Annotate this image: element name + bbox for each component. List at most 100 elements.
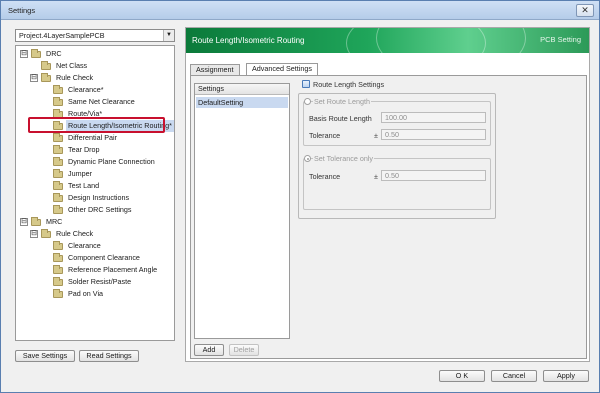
tree-item-label: Test Land	[68, 181, 100, 190]
folder-icon	[41, 229, 51, 238]
close-button[interactable]: ✕	[576, 4, 594, 17]
tree-item-label: Pad on Via	[68, 289, 104, 298]
tree-item-label: Same Net Clearance	[68, 97, 135, 106]
set-tolerance-only-radio[interactable]	[304, 155, 311, 162]
add-button[interactable]: Add	[194, 344, 224, 356]
folder-icon	[41, 73, 51, 82]
route-length-settings-label: Route Length Settings	[313, 80, 385, 89]
save-settings-button[interactable]: Save Settings	[15, 350, 75, 362]
tree-item[interactable]: ⊟ MRC	[16, 216, 174, 228]
tolerance-label: Tolerance	[309, 131, 341, 140]
tree-item-label: Solder Resist/Paste	[68, 277, 132, 286]
tab-assignment[interactable]: Assignment	[190, 64, 240, 75]
window-title: Settings	[8, 6, 36, 15]
settings-list: Settings DefaultSetting	[194, 83, 290, 339]
ok-button[interactable]: O K	[439, 370, 485, 382]
list-item[interactable]: DefaultSetting	[196, 97, 288, 108]
read-settings-button[interactable]: Read Settings	[79, 350, 139, 362]
set-route-length-label: Set Route Length	[313, 97, 371, 106]
tree-item[interactable]: Jumper	[16, 168, 174, 180]
folder-icon	[53, 97, 63, 106]
basis-route-length-field[interactable]: 100.00	[381, 112, 486, 123]
tree-item-label: Dynamic Plane Connection	[68, 157, 155, 166]
title-bar: Settings ✕	[1, 1, 599, 20]
set-route-length-radio[interactable]	[304, 98, 311, 105]
folder-icon	[53, 157, 63, 166]
tree-item[interactable]: Solder Resist/Paste	[16, 276, 174, 288]
folder-icon	[53, 265, 63, 274]
plus-minus-symbol: ±	[374, 131, 378, 140]
tree-item-label: Net Class	[56, 61, 88, 70]
banner-product: PCB Setting	[540, 35, 581, 44]
set-tolerance-only-label: Set Tolerance only	[313, 154, 375, 163]
settings-window: Settings ✕ Project.4LayerSamplePCB ▼ ⊟ DR…	[0, 0, 600, 393]
tree-item[interactable]: Net Class	[16, 60, 174, 72]
project-dropdown[interactable]: Project.4LayerSamplePCB ▼	[15, 29, 175, 42]
tree-item[interactable]: Clearance*	[16, 84, 174, 96]
delete-button[interactable]: Delete	[229, 344, 259, 356]
folder-icon	[53, 289, 63, 298]
tree-item[interactable]: Tear Drop	[16, 144, 174, 156]
folder-icon	[53, 277, 63, 286]
tree-item-label: Design Instructions	[68, 193, 130, 202]
basis-route-length-label: Basis Route Length	[309, 114, 372, 123]
tab-advanced-settings[interactable]: Advanced Settings	[246, 63, 318, 75]
tree-item[interactable]: ⊟ DRC	[16, 48, 174, 60]
tree-item[interactable]: ⊟ Rule Check	[16, 228, 174, 240]
cancel-button[interactable]: Cancel	[491, 370, 537, 382]
settings-tree: ⊟ DRC Net Class ⊟ Rule Check Clearance* Same N…	[15, 45, 175, 341]
tolerance-only-label: Tolerance	[309, 172, 341, 181]
tree-item-label: Differential Pair	[68, 133, 118, 142]
folder-icon	[31, 49, 41, 58]
tree-item[interactable]: Reference Placement Angle	[16, 264, 174, 276]
tree-item-label: Clearance	[68, 241, 101, 250]
folder-icon	[53, 193, 63, 202]
settings-panel: Route Length/Isometric Routing PCB Setti…	[185, 27, 590, 362]
tree-item[interactable]: Pad on Via	[16, 288, 174, 300]
plus-minus-symbol: ±	[374, 172, 378, 181]
tolerance-only-field[interactable]: 0.50	[381, 170, 486, 181]
collapse-icon[interactable]: ⊟	[20, 218, 28, 226]
tree-item[interactable]: Component Clearance	[16, 252, 174, 264]
banner-decoration	[376, 28, 526, 53]
folder-icon	[53, 205, 63, 214]
tolerance-field[interactable]: 0.50	[381, 129, 486, 140]
folder-icon	[53, 85, 63, 94]
tree-item[interactable]: Dynamic Plane Connection	[16, 156, 174, 168]
collapse-icon[interactable]: ⊟	[30, 230, 38, 238]
route-length-settings-checkbox[interactable]	[302, 80, 310, 88]
folder-icon	[53, 133, 63, 142]
banner-title: Route Length/Isometric Routing	[192, 36, 305, 45]
tree-item[interactable]: Test Land	[16, 180, 174, 192]
tree-item[interactable]: Design Instructions	[16, 192, 174, 204]
tree-item[interactable]: Other DRC Settings	[16, 204, 174, 216]
folder-icon	[41, 61, 51, 70]
tree-item-label: Tear Drop	[68, 145, 100, 154]
folder-icon	[31, 217, 41, 226]
chevron-down-icon[interactable]: ▼	[163, 30, 174, 41]
tree-item[interactable]: Clearance	[16, 240, 174, 252]
apply-button[interactable]: Apply	[543, 370, 589, 382]
collapse-icon[interactable]: ⊟	[30, 74, 38, 82]
tree-item[interactable]: Same Net Clearance	[16, 96, 174, 108]
folder-icon	[53, 169, 63, 178]
project-dropdown-value: Project.4LayerSamplePCB	[19, 31, 105, 40]
tree-item-label: DRC	[46, 49, 62, 58]
set-tolerance-only-group	[303, 158, 491, 210]
tree-item[interactable]: Differential Pair	[16, 132, 174, 144]
folder-icon	[53, 241, 63, 250]
selection-highlight-box	[28, 117, 165, 133]
folder-icon	[53, 145, 63, 154]
tab-content: Settings DefaultSetting Add Delete Route…	[190, 75, 587, 359]
collapse-icon[interactable]: ⊟	[20, 50, 28, 58]
folder-icon	[53, 181, 63, 190]
tree-item-label: MRC	[46, 217, 63, 226]
tree-item[interactable]: ⊟ Rule Check	[16, 72, 174, 84]
settings-list-header: Settings	[195, 84, 289, 95]
tree-item-label: Component Clearance	[68, 253, 140, 262]
close-icon: ✕	[581, 5, 589, 15]
tree-item-label: Clearance*	[68, 85, 104, 94]
tree-item-label: Rule Check	[56, 229, 94, 238]
tree-item-label: Other DRC Settings	[68, 205, 132, 214]
folder-icon	[53, 253, 63, 262]
